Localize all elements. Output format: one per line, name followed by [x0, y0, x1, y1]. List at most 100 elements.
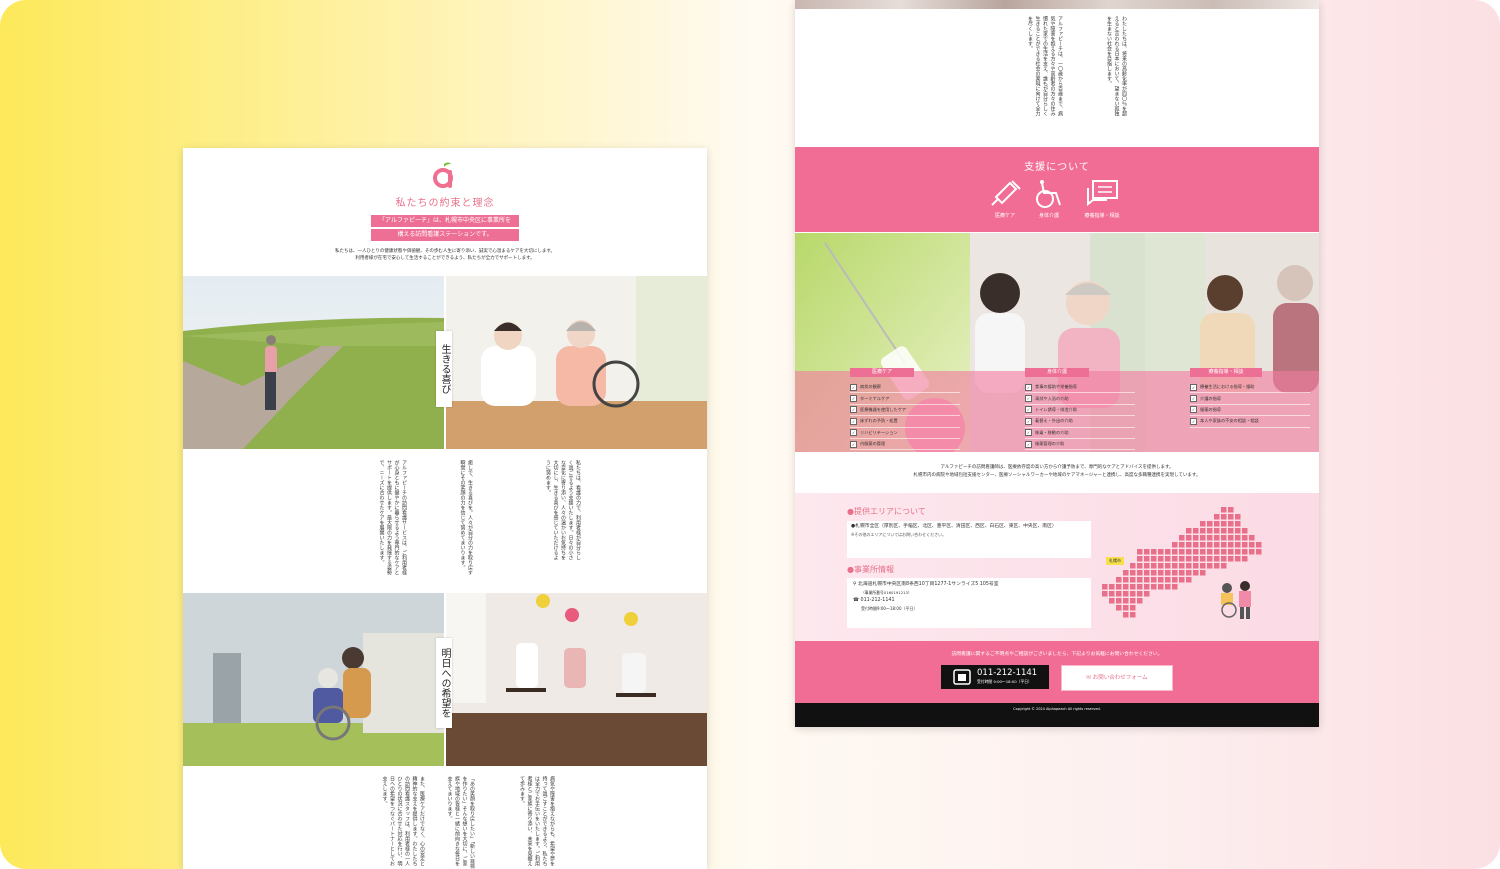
map-dot: [1130, 570, 1136, 576]
map-dot: [1165, 563, 1171, 569]
map-dot: [1144, 577, 1150, 583]
contact-note: 訪問看護に関するご不明点やご相談がございましたら、下記よりお気軽にお問い合わせく…: [951, 652, 1163, 657]
map-dot: [1193, 535, 1199, 541]
map-dot: [1242, 535, 1248, 541]
intro-text-line2: 利用者様が在宅で安心して生活することができるよう、私たちが全力でサポートします。: [355, 256, 535, 261]
wheelchair-icon: [1036, 180, 1061, 208]
map-dot: [1235, 556, 1241, 562]
map-dot: [1214, 556, 1220, 562]
map-label-sapporo: 札幌市: [1106, 557, 1124, 565]
map-dot: [1200, 528, 1206, 534]
phone-icon: [953, 669, 971, 685]
list-item: ✓ ターミナルケア: [850, 393, 960, 405]
service-description: アルファピーチの訪問看護師は、医療依存度の高い方から介護予防まで、専門的なケアと…: [795, 464, 1319, 479]
map-dot: [1186, 528, 1192, 534]
map-dot: [1123, 598, 1129, 604]
map-dot: [1116, 577, 1122, 583]
map-dot: [1214, 563, 1220, 569]
service-physical-care: 身体介護 ✓ 食事の援助や栄養指導 ✓ 清拭や入浴の介助 ✓ トイレ誘導・排泄介助 ✓…: [970, 233, 1145, 452]
checkbox-icon: ✓: [850, 417, 857, 425]
map-dot: [1179, 542, 1185, 548]
hope-text-b: 「あの笑顔を取り戻したい」「新しい目標を作りたい」そんな想いを大切に、ご家族や地…: [446, 776, 476, 869]
map-dot: [1158, 577, 1164, 583]
map-dot: [1172, 570, 1178, 576]
phone-call-button[interactable]: 011-212-1141 受付時間 9:00～18:00（平日）: [941, 665, 1049, 689]
service-badge-medical: 医療ケア: [850, 368, 914, 377]
map-dot: [1221, 563, 1227, 569]
phone-hours: 受付時間 9:00～18:00（平日）: [977, 679, 1032, 684]
support-title: 支援について: [1024, 162, 1090, 173]
contact-band: 訪問看護に関するご不明点やご相談がございましたら、下記よりお気軽にお問い合わせく…: [795, 641, 1319, 703]
label-hope-for-tomorrow: 明日への希望を: [436, 638, 452, 728]
map-dot: [1193, 549, 1199, 555]
map-dot: [1123, 577, 1129, 583]
map-dot: [1144, 584, 1150, 590]
contact-form-button[interactable]: ✉ お問い合わせフォーム: [1061, 665, 1173, 691]
exercise-class-photo: [446, 593, 707, 766]
checkbox-icon: ✓: [850, 429, 857, 437]
map-dot: [1137, 556, 1143, 562]
map-dot: [1130, 598, 1136, 604]
map-dot: [1158, 563, 1164, 569]
list-item: ✓ 着替え・外出の介助: [1025, 416, 1135, 428]
map-dot: [1242, 556, 1248, 562]
checkbox-icon: ✓: [850, 383, 857, 391]
list-item: ✓ 療養生活における指導・援助: [1190, 382, 1310, 394]
map-dot: [1130, 577, 1136, 583]
list-item: ✓ 服薬の指導: [1190, 405, 1310, 417]
map-dot: [1116, 591, 1122, 597]
map-dot: [1228, 549, 1234, 555]
map-dot: [1207, 542, 1213, 548]
service-list-physical: ✓ 食事の援助や栄養指導 ✓ 清拭や入浴の介助 ✓ トイレ誘導・排泄介助 ✓ 着替え・外…: [1025, 382, 1135, 451]
map-dot: [1144, 556, 1150, 562]
map-dot: [1207, 528, 1213, 534]
map-dot: [1179, 535, 1185, 541]
map-dot: [1228, 542, 1234, 548]
map-dot: [1193, 528, 1199, 534]
map-dot: [1214, 549, 1220, 555]
map-dot: [1228, 556, 1234, 562]
wheelchair-outdoor-photo: [183, 593, 444, 766]
map-dot: [1242, 549, 1248, 555]
alphapeach-logo: [433, 162, 453, 188]
checkbox-icon: ✓: [1025, 383, 1032, 391]
map-dot: [1116, 584, 1122, 590]
map-dot: [1165, 556, 1171, 562]
map-dot: [1130, 612, 1136, 618]
map-dot: [1158, 584, 1164, 590]
checkbox-icon: ✓: [1190, 417, 1197, 425]
phone-icon: ☎: [853, 598, 859, 603]
map-dot: [1235, 535, 1241, 541]
map-dot: [1186, 577, 1192, 583]
map-dot: [1235, 514, 1241, 520]
map-dot: [1172, 563, 1178, 569]
list-item: ✓ 医療機器を使用したケア: [850, 405, 960, 417]
map-dot: [1207, 556, 1213, 562]
checkbox-icon: ✓: [1025, 440, 1032, 448]
map-dot: [1200, 549, 1206, 555]
map-dot: [1249, 535, 1255, 541]
map-dot: [1221, 528, 1227, 534]
area-info-box: ●札幌市全区（厚別区、手稲区、北区、豊平区、清田区、西区、白石区、東区、中央区、…: [847, 521, 1091, 558]
checkbox-icon: ✓: [1025, 395, 1032, 403]
map-dot: [1179, 563, 1185, 569]
map-dot: [1144, 549, 1150, 555]
map-dot: [1186, 549, 1192, 555]
map-dot: [1214, 542, 1220, 548]
map-dot: [1228, 507, 1234, 513]
map-dot: [1200, 563, 1206, 569]
checkbox-icon: ✓: [850, 406, 857, 414]
intro-banner-line2: 構える訪問看護ステーションです。: [371, 229, 519, 241]
caregiver-illustration: [1221, 581, 1251, 619]
map-dot: [1186, 556, 1192, 562]
service-badge-physical: 身体介護: [1025, 368, 1089, 377]
map-dot: [1235, 528, 1241, 534]
checkbox-icon: ✓: [850, 440, 857, 448]
map-dot: [1123, 584, 1129, 590]
map-dot: [1214, 535, 1220, 541]
map-dot: [1235, 549, 1241, 555]
chat-icon: [1087, 180, 1118, 207]
checkbox-icon: ✓: [1190, 406, 1197, 414]
map-dot: [1158, 570, 1164, 576]
map-dot: [1165, 577, 1171, 583]
